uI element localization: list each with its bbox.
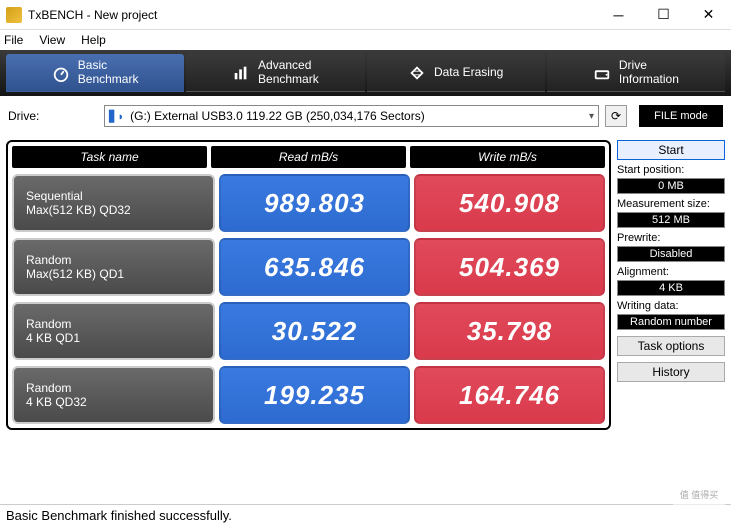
tab-drive-information[interactable]: Drive Information xyxy=(547,54,725,92)
start-position-value[interactable]: 0 MB xyxy=(617,178,725,194)
task-name-line2: Max(512 KB) QD1 xyxy=(26,267,213,281)
tab-data-erasing[interactable]: Data Erasing xyxy=(367,54,545,92)
title-bar: TxBENCH - New project ─ ☐ ✕ xyxy=(0,0,731,30)
writing-data-label: Writing data: xyxy=(617,300,725,312)
status-bar: Basic Benchmark finished successfully. xyxy=(0,504,731,526)
app-icon xyxy=(6,7,22,23)
alignment-label: Alignment: xyxy=(617,266,725,278)
bar-chart-icon xyxy=(232,64,250,82)
start-button[interactable]: Start xyxy=(617,140,725,160)
drive-select-value: (G:) External USB3.0 119.22 GB (250,034,… xyxy=(130,109,425,123)
write-value: 35.798 xyxy=(414,302,605,360)
erase-icon xyxy=(408,64,426,82)
alignment-value[interactable]: 4 KB xyxy=(617,280,725,296)
write-value: 164.746 xyxy=(414,366,605,424)
prewrite-label: Prewrite: xyxy=(617,232,725,244)
minimize-button[interactable]: ─ xyxy=(596,0,641,30)
drive-label: Drive: xyxy=(8,109,98,123)
task-cell[interactable]: Random Max(512 KB) QD1 xyxy=(12,238,215,296)
drive-icon xyxy=(593,64,611,82)
tab-label: Data Erasing xyxy=(434,66,503,79)
refresh-button[interactable]: ⟳ xyxy=(605,105,627,127)
task-name-line1: Random xyxy=(26,317,213,331)
close-button[interactable]: ✕ xyxy=(686,0,731,30)
tab-label: Drive Information xyxy=(619,59,679,85)
task-name-line1: Sequential xyxy=(26,189,213,203)
task-name-line2: 4 KB QD32 xyxy=(26,395,213,409)
read-value: 989.803 xyxy=(219,174,410,232)
drive-glyph-icon: ▋◗ xyxy=(109,110,124,123)
tab-strip: Basic Benchmark Advanced Benchmark Data … xyxy=(0,50,731,96)
refresh-icon: ⟳ xyxy=(611,109,621,123)
drive-row: Drive: ▋◗ (G:) External USB3.0 119.22 GB… xyxy=(0,96,731,136)
col-task: Task name xyxy=(12,146,207,168)
writing-data-value[interactable]: Random number xyxy=(617,314,725,330)
task-name-line2: 4 KB QD1 xyxy=(26,331,213,345)
col-read: Read mB/s xyxy=(211,146,406,168)
watermark: 值 值得买 xyxy=(671,466,727,522)
read-value: 30.522 xyxy=(219,302,410,360)
gauge-icon xyxy=(52,64,70,82)
menu-view[interactable]: View xyxy=(39,33,65,47)
tab-label: Basic Benchmark xyxy=(78,59,139,85)
menu-file[interactable]: File xyxy=(4,33,23,47)
benchmark-header: Task name Read mB/s Write mB/s xyxy=(12,146,605,168)
benchmark-row: Random 4 KB QD1 30.522 35.798 xyxy=(12,302,605,360)
task-name-line1: Random xyxy=(26,253,213,267)
benchmark-row: Sequential Max(512 KB) QD32 989.803 540.… xyxy=(12,174,605,232)
file-mode-button[interactable]: FILE mode xyxy=(639,105,723,127)
read-value: 635.846 xyxy=(219,238,410,296)
menu-help[interactable]: Help xyxy=(81,33,106,47)
prewrite-value[interactable]: Disabled xyxy=(617,246,725,262)
tab-label: Advanced Benchmark xyxy=(258,59,319,85)
history-button[interactable]: History xyxy=(617,362,725,382)
read-value: 199.235 xyxy=(219,366,410,424)
tab-advanced-benchmark[interactable]: Advanced Benchmark xyxy=(186,54,364,92)
task-cell[interactable]: Random 4 KB QD32 xyxy=(12,366,215,424)
task-cell[interactable]: Random 4 KB QD1 xyxy=(12,302,215,360)
measurement-size-value[interactable]: 512 MB xyxy=(617,212,725,228)
menu-bar: File View Help xyxy=(0,30,731,50)
measurement-size-label: Measurement size: xyxy=(617,198,725,210)
side-panel: Start Start position: 0 MB Measurement s… xyxy=(617,140,725,430)
status-text: Basic Benchmark finished successfully. xyxy=(6,508,232,523)
main-area: Task name Read mB/s Write mB/s Sequentia… xyxy=(0,136,731,430)
task-cell[interactable]: Sequential Max(512 KB) QD32 xyxy=(12,174,215,232)
write-value: 504.369 xyxy=(414,238,605,296)
write-value: 540.908 xyxy=(414,174,605,232)
col-write: Write mB/s xyxy=(410,146,605,168)
task-name-line2: Max(512 KB) QD32 xyxy=(26,203,213,217)
benchmark-row: Random 4 KB QD32 199.235 164.746 xyxy=(12,366,605,424)
maximize-button[interactable]: ☐ xyxy=(641,0,686,30)
benchmark-panel: Task name Read mB/s Write mB/s Sequentia… xyxy=(6,140,611,430)
drive-select[interactable]: ▋◗ (G:) External USB3.0 119.22 GB (250,0… xyxy=(104,105,599,127)
chevron-down-icon: ▾ xyxy=(589,111,594,122)
task-options-button[interactable]: Task options xyxy=(617,336,725,356)
start-position-label: Start position: xyxy=(617,164,725,176)
benchmark-row: Random Max(512 KB) QD1 635.846 504.369 xyxy=(12,238,605,296)
task-name-line1: Random xyxy=(26,381,213,395)
tab-basic-benchmark[interactable]: Basic Benchmark xyxy=(6,54,184,92)
window-title: TxBENCH - New project xyxy=(28,8,157,22)
